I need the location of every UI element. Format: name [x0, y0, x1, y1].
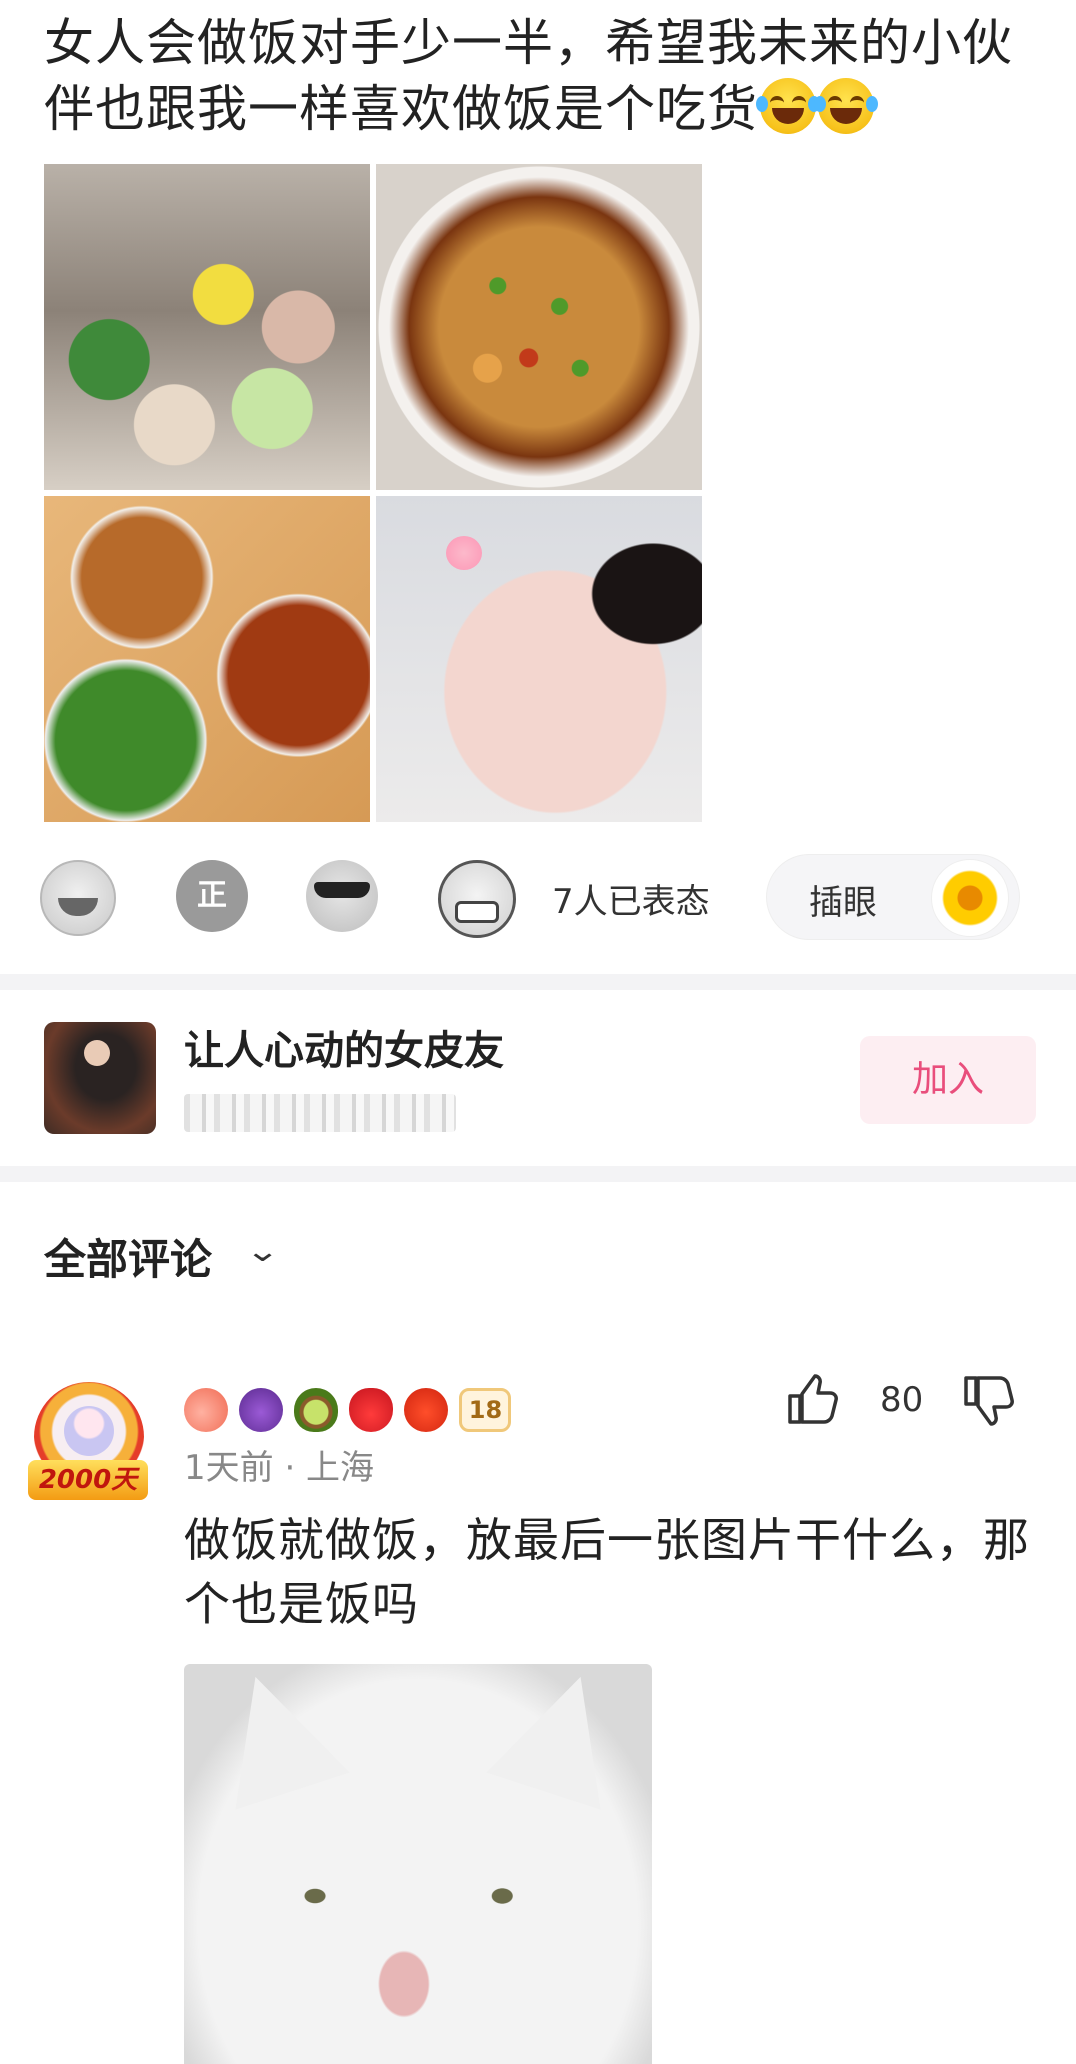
group-avatar[interactable]	[44, 1022, 156, 1134]
zheng-reaction-icon[interactable]: 正	[176, 860, 248, 932]
user-badges: 18	[184, 1388, 517, 1438]
grape-badge-icon	[239, 1388, 284, 1432]
comment-meta: 1天前 · 上海	[184, 1448, 375, 1488]
group-name[interactable]: 让人心动的女皮友	[184, 1018, 504, 1076]
section-divider	[0, 1166, 1076, 1182]
reaction-count: 7人已表态	[552, 882, 710, 922]
peach-badge-icon	[184, 1388, 228, 1432]
laughing-tears-emoji-icon	[814, 78, 878, 134]
chevron-down-icon[interactable]: ⌄	[245, 1234, 280, 1269]
thumbs-up-icon[interactable]	[784, 1372, 840, 1428]
sunflower-icon	[931, 859, 1009, 937]
comments-title[interactable]: 全部评论	[44, 1226, 212, 1287]
poke-label: 插眼	[809, 883, 877, 923]
group-subtitle-blurred	[184, 1094, 456, 1132]
avocado-badge-icon	[294, 1388, 339, 1432]
poke-button[interactable]: 插眼	[766, 854, 1020, 940]
post-photo-ingredients[interactable]	[44, 164, 370, 490]
strawberry-badge-icon	[349, 1388, 394, 1432]
grin-reaction-icon[interactable]	[438, 860, 516, 938]
laughing-tears-emoji-icon	[756, 78, 820, 134]
section-divider	[0, 974, 1076, 990]
post-photo-spicy-chicken[interactable]	[376, 164, 702, 490]
laugh-reaction-icon[interactable]	[40, 860, 116, 936]
days-badge: 2000天	[28, 1460, 148, 1500]
zheng-label: 正	[197, 878, 227, 913]
post-text: 女人会做饭对手少一半，希望我未来的小伙伴也跟我一样喜欢做饭是个吃货	[44, 10, 1044, 142]
sunglasses-reaction-icon[interactable]	[306, 860, 378, 932]
post-photo-person[interactable]	[376, 496, 702, 822]
post-photo-table-dishes[interactable]	[44, 496, 370, 822]
like-count: 80	[880, 1380, 924, 1420]
join-button[interactable]: 加入	[860, 1036, 1036, 1124]
comment-image-cat[interactable]	[184, 1664, 652, 2064]
level-badge: 18	[459, 1388, 512, 1432]
comment-text: 做饭就做饭，放最后一张图片干什么，那个也是饭吗	[184, 1513, 1030, 1631]
thumbs-down-icon[interactable]	[960, 1372, 1020, 1428]
tomato-badge-icon	[404, 1388, 449, 1432]
